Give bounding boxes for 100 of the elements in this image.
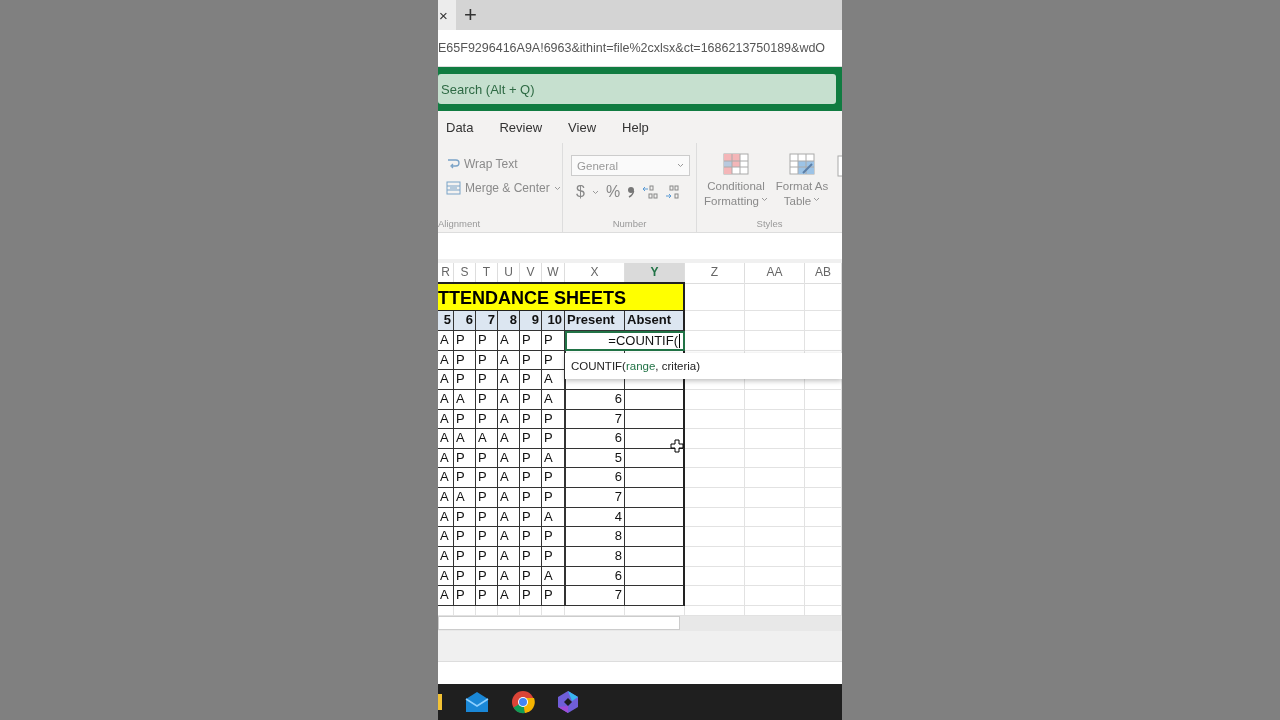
table-cell: P [520,488,542,508]
table-cell: A [498,488,520,508]
table-cell: P [520,350,542,371]
table-cell: A [438,488,454,508]
empty-cell [625,488,685,508]
caret-icon [677,163,685,168]
table-cell: A [454,488,476,508]
column-header[interactable]: AA [745,263,805,284]
folder-icon[interactable] [438,691,442,712]
empty-cell [805,586,842,606]
format-table-icon [789,153,815,175]
table-cell: A [476,429,498,449]
empty-cell [745,546,805,567]
copilot-icon[interactable] [557,689,579,714]
merge-center-button[interactable]: Merge & Center [446,181,563,195]
empty-cell [625,409,685,430]
table-header-cell: Present [565,311,625,331]
new-tab-button[interactable]: + [464,4,477,26]
comma-style-icon[interactable] [627,186,636,198]
empty-cell [805,546,842,567]
table-header-cell: 5 [438,311,454,331]
wrap-text-button[interactable]: Wrap Text [446,157,563,171]
empty-cell [805,331,842,351]
empty-cell [805,429,842,449]
table-cell: P [476,409,498,430]
empty-cell [438,605,454,616]
table-cell: 7 [565,409,625,430]
table-cell: A [542,389,565,410]
table-cell: P [520,507,542,528]
empty-cell [745,429,805,449]
table-cell: P [476,468,498,488]
table-cell: P [476,350,498,371]
empty-cell [685,389,745,410]
empty-cell [498,605,520,616]
address-bar[interactable]: E65F9296416A9A!6963&ithint=file%2cxlsx&ct=1686213750189&wdO [438,41,826,55]
table-cell: A [438,448,454,469]
table-cell: A [498,409,520,430]
menu-tab[interactable]: Help [622,119,649,135]
menu-tab[interactable]: Review [499,119,543,135]
column-header[interactable]: AB [805,263,842,284]
caret-icon [553,185,561,191]
table-cell: P [454,468,476,488]
empty-cell [685,566,745,587]
percent-button[interactable]: % [606,183,621,201]
empty-cell [542,605,565,616]
table-cell: A [498,468,520,488]
empty-cell [745,282,805,311]
search-field[interactable]: Search (Alt + Q) [438,74,836,104]
group-label: Styles [755,218,784,229]
table-cell: A [498,389,520,410]
table-cell: P [542,527,565,547]
table-cell: P [476,527,498,547]
menu-tab[interactable]: View [568,119,597,135]
table-cell: P [476,566,498,587]
empty-cell [745,331,805,351]
style-command-button[interactable]: Conditional Formatting [705,153,767,209]
column-header[interactable]: Y [625,263,685,284]
table-cell: 7 [565,488,625,508]
table-cell: P [476,370,498,390]
merge-cells-icon [446,181,461,195]
caret-icon[interactable] [592,189,599,195]
table-cell: P [520,527,542,547]
empty-cell [685,586,745,606]
table-cell: 6 [565,389,625,410]
table-cell: A [438,507,454,528]
cell-editor[interactable]: =COUNTIF( [565,331,685,351]
table-cell: A [498,507,520,528]
increase-decimal-icon[interactable] [642,185,659,199]
table-cell: 5 [565,448,625,469]
empty-cell [685,527,745,547]
table-cell: P [542,331,565,351]
style-command-button[interactable]: Format As Table [771,153,833,209]
empty-cell [805,566,842,587]
empty-cell [685,331,745,351]
empty-cell [625,527,685,547]
table-cell: P [454,331,476,351]
empty-cell [685,409,745,430]
empty-cell [745,488,805,508]
empty-cell [685,468,745,488]
decrease-decimal-icon[interactable] [665,185,682,199]
column-header[interactable]: Z [685,263,745,284]
currency-button[interactable]: $ [576,183,585,201]
table-cell: P [476,546,498,567]
table-cell: A [498,448,520,469]
table-cell: P [454,507,476,528]
table-cell: 6 [565,566,625,587]
empty-cell [745,409,805,430]
empty-cell [805,468,842,488]
table-header-cell: 6 [454,311,476,331]
empty-cell [745,468,805,488]
empty-cell [565,605,625,616]
table-cell: A [438,429,454,449]
group-label: Number [611,218,648,229]
mail-icon[interactable] [465,690,489,713]
table-cell: P [454,546,476,567]
empty-cell [625,566,685,587]
empty-cell [685,429,745,449]
table-cell: P [542,586,565,606]
chrome-icon[interactable] [511,689,535,714]
menu-tab[interactable]: Data [446,119,474,135]
